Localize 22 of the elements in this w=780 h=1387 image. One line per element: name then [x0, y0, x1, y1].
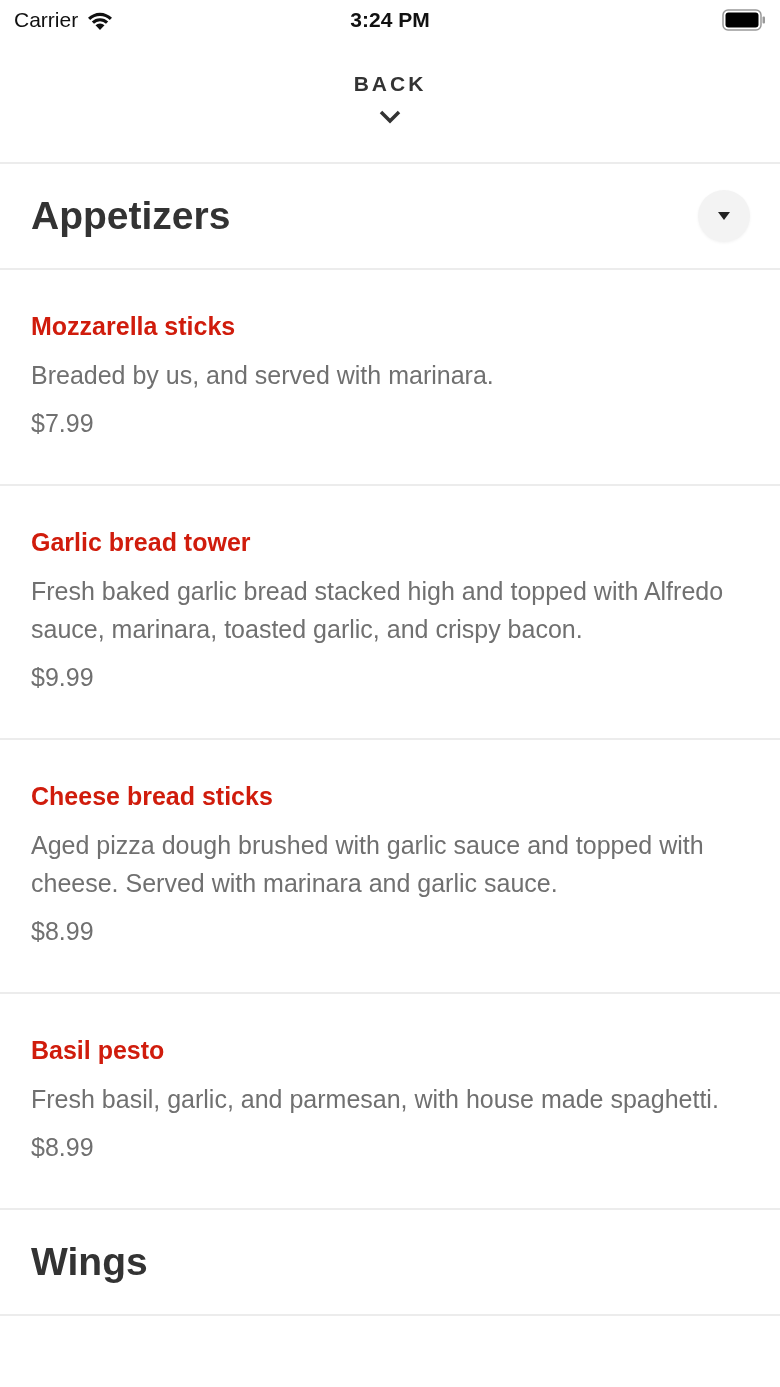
- wifi-icon: [86, 10, 115, 30]
- back-button[interactable]: BACK: [343, 40, 437, 140]
- item-name[interactable]: Garlic bread tower: [31, 524, 732, 560]
- clock-time: 3:24 PM: [349, 8, 431, 32]
- item-description: Breaded by us, and served with marinara.: [31, 360, 495, 391]
- item-name[interactable]: Cheese bread sticks: [31, 778, 732, 814]
- battery-icon: [722, 9, 766, 31]
- item-name[interactable]: Mozzarella sticks: [31, 308, 732, 344]
- item-price: $9.99: [31, 662, 95, 693]
- item-name[interactable]: Basil pesto: [31, 1032, 732, 1068]
- triangle-down-icon: [718, 212, 730, 220]
- item-description: Fresh basil, garlic, and parmesan, with house made spaghetti.: [31, 1084, 720, 1115]
- section-title: Wings: [31, 1240, 148, 1284]
- expand-button[interactable]: [698, 190, 750, 242]
- item-description: Fresh baked garlic bread stacked high and topped with Alfredo sauce, marinara, toasted garlic, and crispy bacon.: [31, 576, 725, 645]
- item-price: $7.99: [31, 408, 95, 439]
- item-description: Aged pizza dough brushed with garlic sauce and topped with cheese. Served with marinara and garlic sauce.: [31, 830, 705, 899]
- item-price: $8.99: [31, 1132, 95, 1163]
- chevron-down-icon: [379, 110, 401, 124]
- section-title: Appetizers: [31, 194, 231, 238]
- item-price: $8.99: [31, 916, 95, 947]
- carrier-label: Carrier: [14, 8, 79, 32]
